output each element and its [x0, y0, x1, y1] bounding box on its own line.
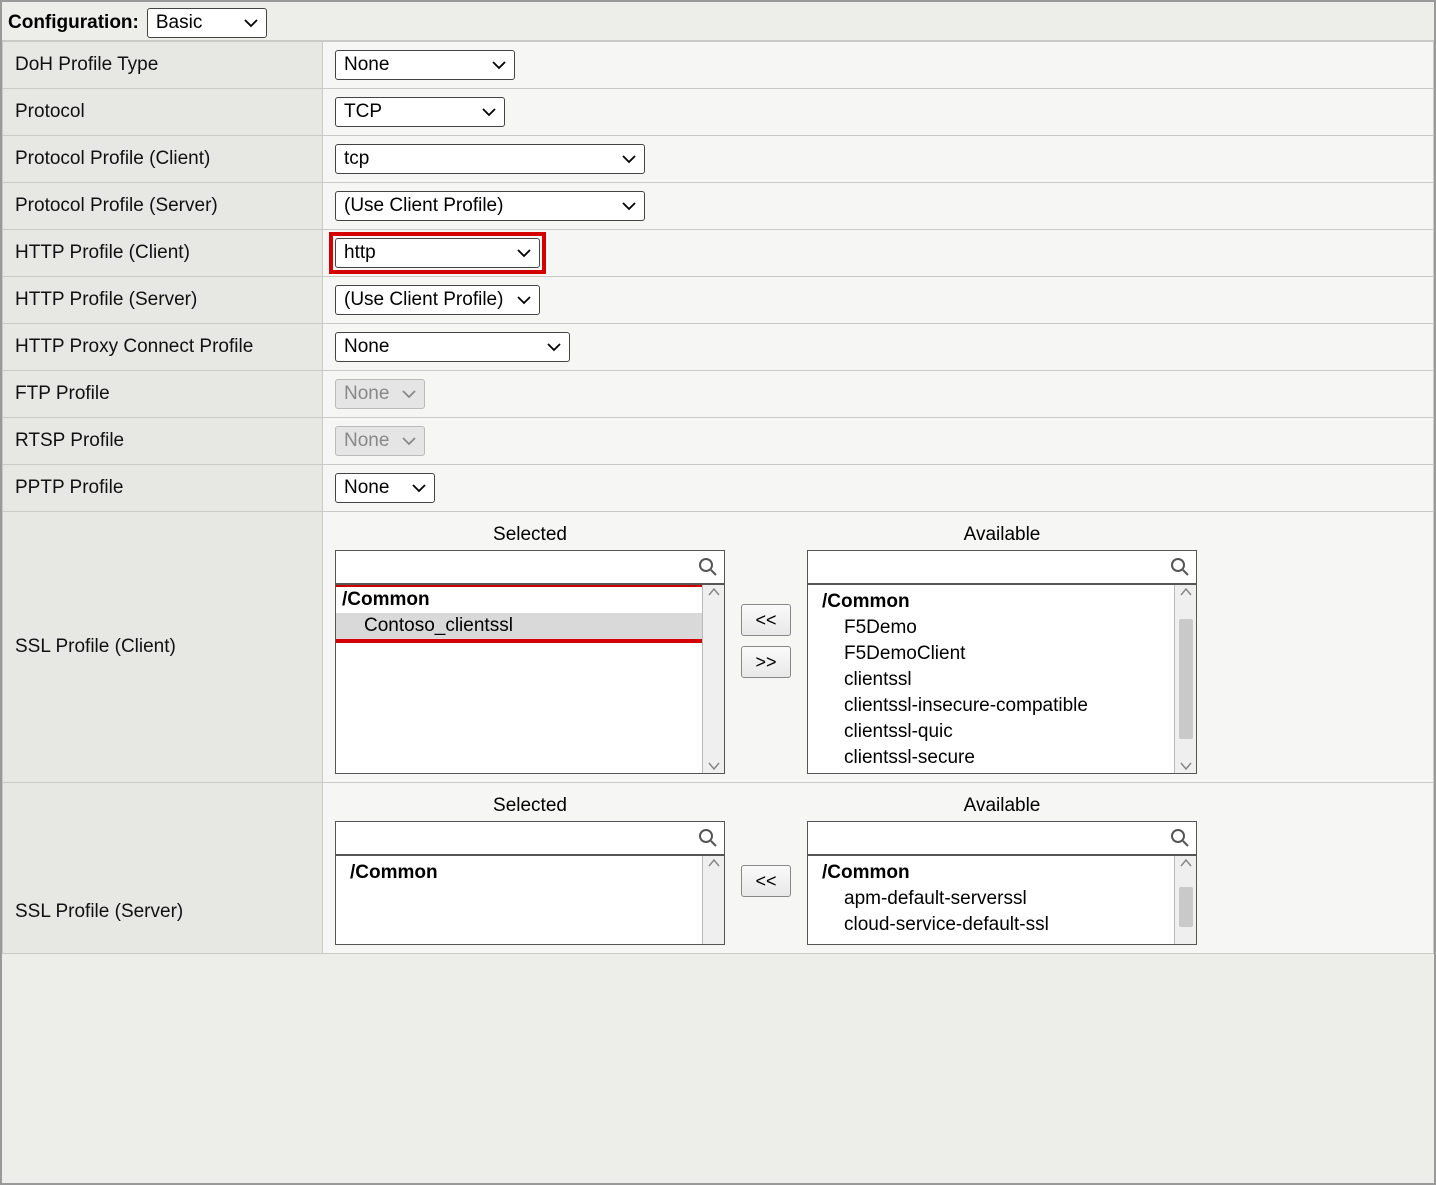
ssl-client-selected-title: Selected [335, 524, 725, 546]
search-icon [1170, 557, 1190, 577]
http-profile-server-label: HTTP Profile (Server) [3, 277, 323, 324]
list-item[interactable]: clientssl-quic [816, 719, 1166, 745]
ssl-client-available-title: Available [807, 524, 1197, 546]
list-item[interactable]: cloud-service-default-ssl [816, 912, 1166, 938]
chevron-down-icon [492, 60, 506, 70]
scroll-down-icon[interactable] [1177, 759, 1195, 773]
search-icon [698, 828, 718, 848]
http-profile-server-value: (Use Client Profile) [344, 289, 503, 311]
list-group: /Common [344, 860, 694, 886]
protocol-profile-client-label: Protocol Profile (Client) [3, 136, 323, 183]
rtsp-profile-value: None [344, 430, 389, 452]
ssl-client-selected-highlight: /Common Contoso_clientssl [336, 585, 702, 643]
move-right-button[interactable]: >> [741, 646, 791, 678]
search-icon [698, 557, 718, 577]
protocol-value: TCP [344, 101, 382, 123]
chevron-down-icon [402, 436, 416, 446]
list-item[interactable]: clientssl-secure [816, 745, 1166, 771]
ftp-profile-value: None [344, 383, 389, 405]
chevron-down-icon [412, 483, 426, 493]
scrollbar-thumb[interactable] [1179, 887, 1193, 927]
list-group: /Common [816, 860, 1166, 886]
http-profile-server-select[interactable]: (Use Client Profile) [335, 285, 540, 315]
ssl-client-available-search[interactable] [807, 550, 1197, 584]
pptp-profile-label: PPTP Profile [3, 465, 323, 512]
protocol-profile-client-value: tcp [344, 148, 369, 170]
rtsp-profile-select: None [335, 426, 425, 456]
ssl-server-selected-search[interactable] [335, 821, 725, 855]
scrollbar[interactable] [702, 585, 724, 773]
protocol-profile-server-value: (Use Client Profile) [344, 195, 503, 217]
protocol-profile-client-select[interactable]: tcp [335, 144, 645, 174]
scroll-up-icon[interactable] [705, 856, 723, 870]
configuration-value: Basic [156, 12, 202, 34]
ssl-server-available-list[interactable]: /Common apm-default-serverssl cloud-serv… [807, 855, 1197, 945]
list-item[interactable]: clientssl [816, 667, 1166, 693]
protocol-profile-server-select[interactable]: (Use Client Profile) [335, 191, 645, 221]
chevron-down-icon [547, 342, 561, 352]
pptp-profile-select[interactable]: None [335, 473, 435, 503]
rtsp-profile-label: RTSP Profile [3, 418, 323, 465]
chevron-down-icon [622, 201, 636, 211]
ssl-client-selected-list[interactable]: /Common Contoso_clientssl [335, 584, 725, 774]
configuration-select[interactable]: Basic [147, 8, 267, 38]
doh-value: None [344, 54, 389, 76]
protocol-label: Protocol [3, 89, 323, 136]
scrollbar-thumb[interactable] [1179, 619, 1193, 739]
list-item[interactable]: F5DemoClient [816, 641, 1166, 667]
list-item[interactable]: clientssl-insecure-compatible [816, 693, 1166, 719]
protocol-select[interactable]: TCP [335, 97, 505, 127]
ssl-server-selected-title: Selected [335, 795, 725, 817]
move-left-button[interactable]: << [741, 865, 791, 897]
list-item[interactable]: F5Demo [816, 615, 1166, 641]
http-proxy-connect-select[interactable]: None [335, 332, 570, 362]
http-proxy-connect-value: None [344, 336, 389, 358]
chevron-down-icon [482, 107, 496, 117]
ftp-profile-label: FTP Profile [3, 371, 323, 418]
scroll-down-icon[interactable] [705, 759, 723, 773]
configuration-label: Configuration: [8, 12, 139, 34]
scrollbar[interactable] [1174, 856, 1196, 944]
scroll-up-icon[interactable] [1177, 585, 1195, 599]
scroll-up-icon[interactable] [705, 585, 723, 599]
http-profile-client-select[interactable]: http [335, 238, 540, 268]
doh-label: DoH Profile Type [3, 42, 323, 89]
http-proxy-connect-label: HTTP Proxy Connect Profile [3, 324, 323, 371]
ssl-profile-server-label: SSL Profile (Server) [3, 783, 323, 954]
chevron-down-icon [517, 248, 531, 258]
chevron-down-icon [402, 389, 416, 399]
ssl-server-available-search[interactable] [807, 821, 1197, 855]
ssl-client-selected-search[interactable] [335, 550, 725, 584]
pptp-profile-value: None [344, 477, 389, 499]
doh-select[interactable]: None [335, 50, 515, 80]
ssl-client-available-list[interactable]: /Common F5Demo F5DemoClient clientssl cl… [807, 584, 1197, 774]
protocol-profile-server-label: Protocol Profile (Server) [3, 183, 323, 230]
ssl-profile-client-label: SSL Profile (Client) [3, 512, 323, 783]
move-left-button[interactable]: << [741, 604, 791, 636]
list-group: /Common [336, 587, 702, 613]
ssl-server-selected-list[interactable]: /Common [335, 855, 725, 945]
search-icon [1170, 828, 1190, 848]
chevron-down-icon [517, 295, 531, 305]
ftp-profile-select: None [335, 379, 425, 409]
http-profile-client-value: http [344, 242, 376, 264]
scrollbar[interactable] [1174, 585, 1196, 773]
http-profile-client-label: HTTP Profile (Client) [3, 230, 323, 277]
scrollbar[interactable] [702, 856, 724, 944]
list-item[interactable]: Contoso_clientssl [336, 613, 702, 639]
list-group: /Common [816, 589, 1166, 615]
chevron-down-icon [622, 154, 636, 164]
list-item[interactable]: apm-default-serverssl [816, 886, 1166, 912]
http-profile-client-highlight: http [329, 232, 546, 274]
scroll-up-icon[interactable] [1177, 856, 1195, 870]
chevron-down-icon [244, 18, 258, 28]
ssl-server-available-title: Available [807, 795, 1197, 817]
